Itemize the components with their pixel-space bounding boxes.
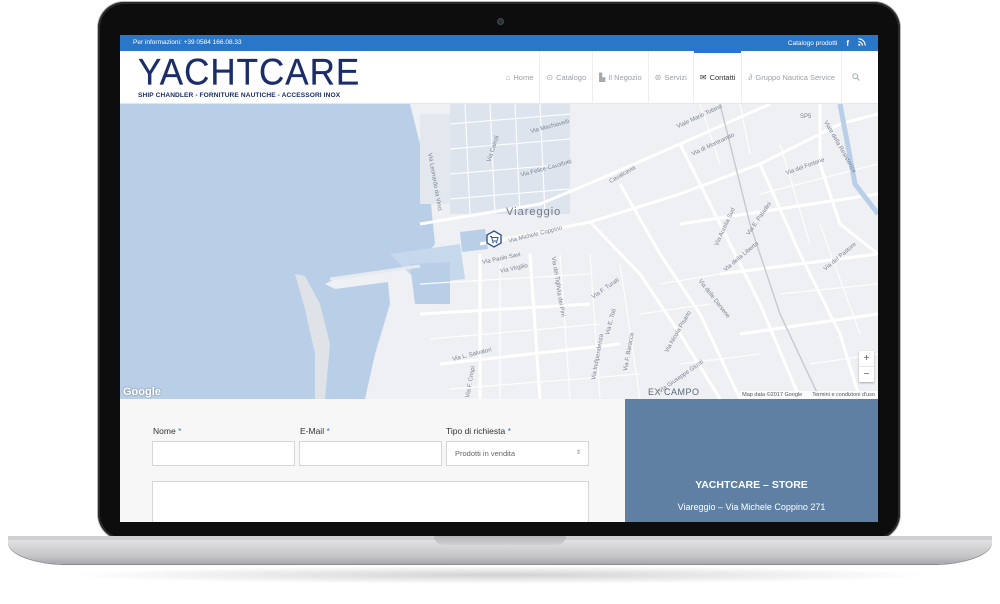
select-arrow-icon: ⇕	[575, 450, 581, 456]
facebook-icon[interactable]: f	[846, 39, 849, 48]
nav-label: Contatti	[709, 72, 736, 82]
browser-viewport: Per informazioni: +39 0584 166.08.33 Cat…	[120, 35, 878, 522]
map-city-label: Viareggio	[506, 206, 562, 218]
map-data-credit: Map data ©2017 Google	[742, 392, 803, 398]
map-canvas	[120, 104, 878, 399]
map-street-label: SP5	[800, 114, 812, 120]
name-field[interactable]	[152, 441, 295, 466]
map-attribution: Map data ©2017 Google Termini e condizio…	[739, 391, 878, 399]
logo-wordmark: YACHTCARE	[138, 52, 361, 93]
rss-icon[interactable]	[858, 38, 866, 48]
nav-contatti[interactable]: ✉ Contatti	[692, 51, 742, 103]
request-type-value: Prodotti in vendita	[455, 449, 516, 458]
catalog-link[interactable]: Catalogo prodotti	[788, 40, 838, 47]
google-logo: Google	[123, 386, 161, 398]
zoom-out-button[interactable]: −	[859, 366, 874, 382]
home-icon: ⌂	[505, 72, 511, 82]
email-field[interactable]	[299, 441, 442, 466]
store-marker-icon[interactable]	[485, 230, 503, 248]
contact-info: Per informazioni: +39 0584 166.08.33	[133, 39, 242, 46]
site-header: YACHTCARE SHIP CHANDLER - FORNITURE NAUT…	[120, 51, 878, 104]
map-district-label: EX CAMPO	[648, 387, 700, 397]
search-button[interactable]	[841, 51, 864, 103]
envelope-icon: ✉	[699, 72, 707, 82]
nav-label: Servizi	[664, 72, 687, 82]
message-textarea[interactable]	[152, 481, 589, 522]
nav-label: Home	[513, 72, 534, 82]
link-icon: ∂	[748, 72, 753, 82]
topbar-right: Catalogo prodotti f	[788, 38, 866, 48]
camera-icon	[497, 18, 504, 25]
catalog-icon: ⊙	[546, 72, 554, 82]
nav-label: Catalogo	[556, 72, 587, 82]
top-info-bar: Per informazioni: +39 0584 166.08.33 Cat…	[120, 35, 878, 51]
nav-home[interactable]: ⌂ Home	[500, 51, 540, 103]
nav-gruppo-nautica-service[interactable]: ∂ Gruppo Nautica Service	[741, 51, 841, 103]
services-icon: ⊛	[654, 72, 662, 82]
nav-il-negozio[interactable]: ▙ Il Negozio	[592, 51, 648, 103]
nav-label: Il Negozio	[608, 72, 642, 82]
building-icon: ▙	[599, 72, 606, 82]
nav-label: Gruppo Nautica Service	[755, 72, 835, 82]
request-type-select[interactable]: Prodotti in vendita ⇕	[446, 441, 589, 466]
laptop-notch	[434, 536, 566, 545]
contact-section: Nome * E-Mail * Tipo di richiesta * Prod…	[120, 399, 878, 522]
map-terms-link[interactable]: Termini e condizioni d'uso	[812, 392, 875, 398]
email-label: E-Mail *	[300, 426, 330, 436]
yachtcare-logo[interactable]: YACHTCARE SHIP CHANDLER - FORNITURE NAUT…	[138, 53, 359, 99]
main-nav: ⌂ Home ⊙ Catalogo ▙ Il Negozio ⊛ Servizi ✉ Co…	[500, 51, 864, 103]
nav-catalogo[interactable]: ⊙ Catalogo	[539, 51, 592, 103]
store-address: Viareggio – Via Michele Coppino 271	[677, 502, 826, 512]
logo-tagline: SHIP CHANDLER - FORNITURE NAUTICHE - ACC…	[138, 92, 341, 99]
store-title: YACHTCARE – STORE	[695, 479, 808, 491]
nav-servizi[interactable]: ⊛ Servizi	[647, 51, 693, 103]
request-type-label: Tipo di richiesta *	[446, 426, 511, 436]
search-icon	[852, 73, 860, 81]
store-info-panel: YACHTCARE – STORE Viareggio – Via Michel…	[625, 399, 878, 522]
laptop-shadow	[60, 566, 940, 584]
google-map[interactable]: Viareggio EX CAMPO Via Michele Coppino V…	[120, 104, 878, 399]
name-label: Nome *	[153, 426, 182, 436]
zoom-in-button[interactable]: +	[859, 351, 874, 366]
map-zoom-controls: + −	[859, 351, 874, 382]
